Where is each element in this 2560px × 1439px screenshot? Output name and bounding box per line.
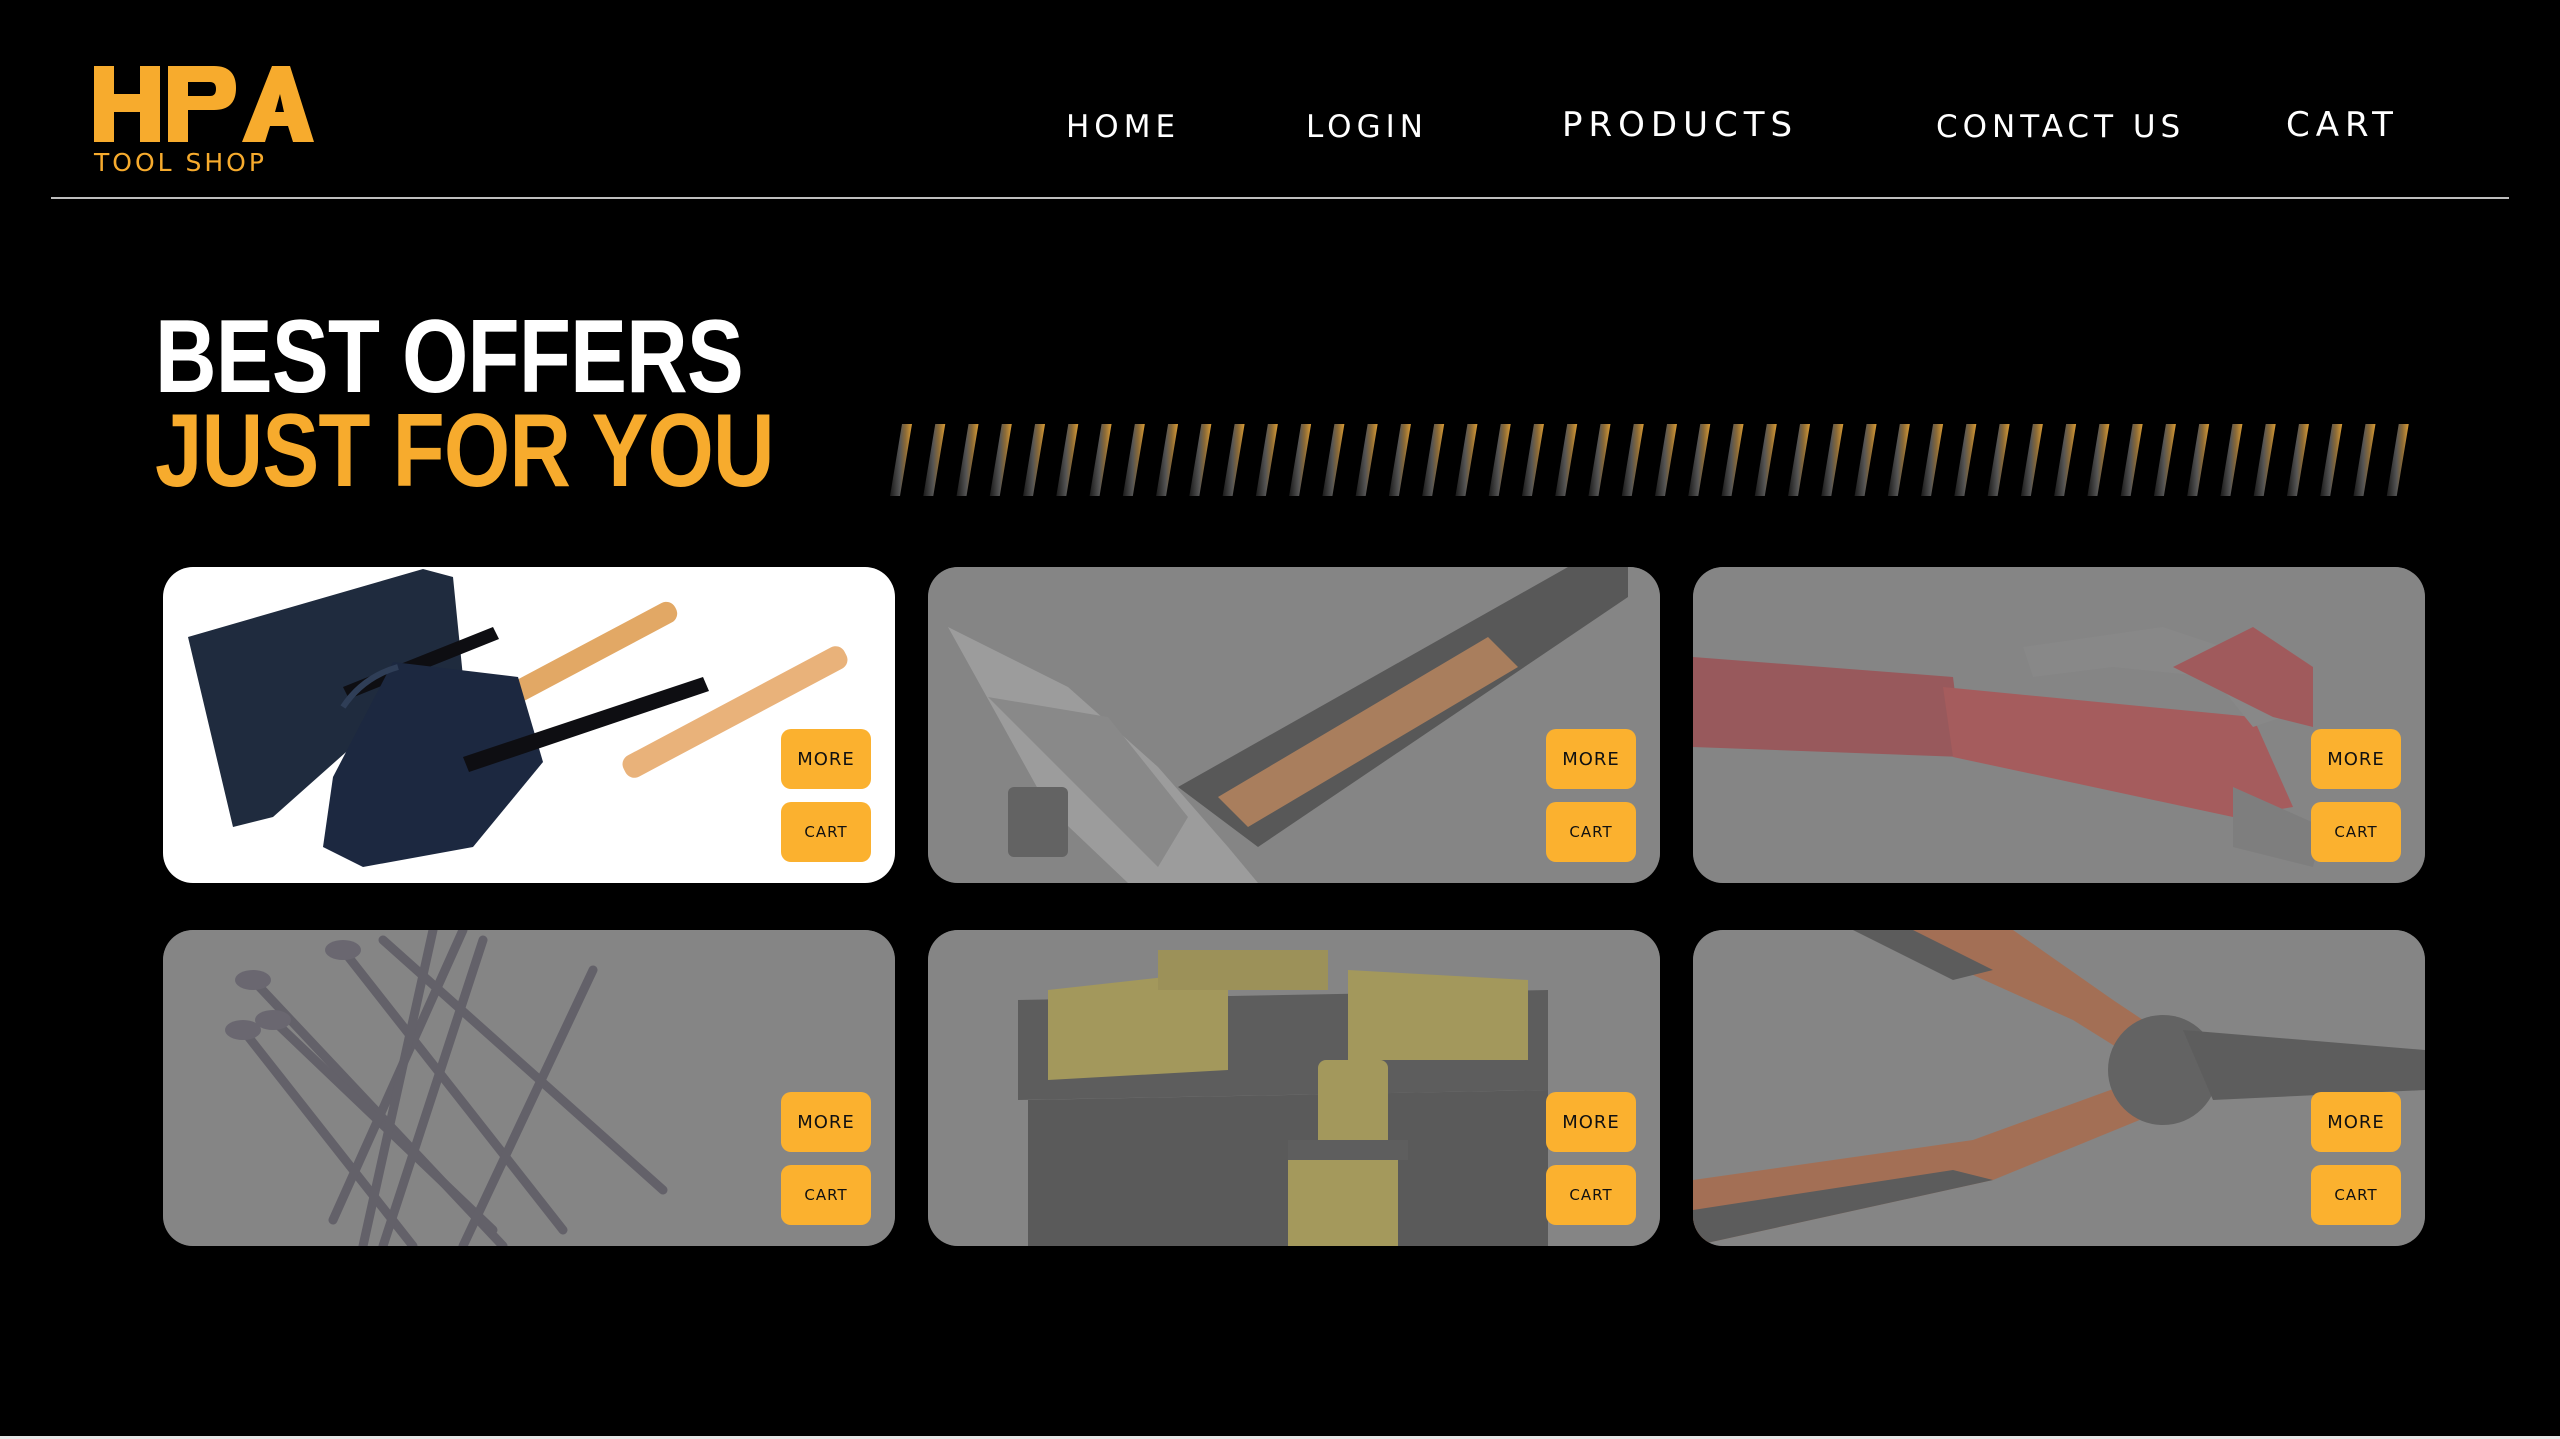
hero-line-1: BEST OFFERS — [155, 299, 744, 415]
nav-login[interactable]: LOGIN — [1306, 102, 1428, 152]
stripe — [2386, 424, 2409, 496]
stripe — [1821, 424, 1844, 496]
stripe — [1954, 424, 1977, 496]
stripe — [1588, 424, 1611, 496]
stripe — [2120, 424, 2143, 496]
product-card-shovel[interactable]: MORE CART — [163, 567, 895, 883]
stripe — [1023, 424, 1046, 496]
hero-heading: BEST OFFERS JUST FOR YOU — [155, 299, 775, 509]
hero-line-2: JUST FOR YOU — [155, 393, 775, 509]
stripe — [1122, 424, 1145, 496]
product-card-nails[interactable]: MORE CART — [163, 930, 895, 1246]
more-button[interactable]: MORE — [781, 729, 871, 789]
more-button[interactable]: MORE — [1546, 1092, 1636, 1152]
stripe — [1987, 424, 2010, 496]
stripe — [1089, 424, 1112, 496]
add-to-cart-button[interactable]: CART — [781, 1165, 871, 1225]
stripe — [1754, 424, 1777, 496]
stripe — [1322, 424, 1345, 496]
add-to-cart-button[interactable]: CART — [2311, 802, 2401, 862]
stripe — [2353, 424, 2376, 496]
stripe — [1388, 424, 1411, 496]
more-button[interactable]: MORE — [781, 1092, 871, 1152]
stripe — [1555, 424, 1578, 496]
stripe — [1887, 424, 1910, 496]
stripe — [1156, 424, 1179, 496]
stripe — [1355, 424, 1378, 496]
stripe — [2020, 424, 2043, 496]
main-nav: HOME LOGIN PRODUCTS CONTACT US CART — [0, 102, 2560, 152]
stripe — [1521, 424, 1544, 496]
header-divider — [51, 197, 2509, 199]
stripe — [1788, 424, 1811, 496]
product-card-pipe-wrench[interactable]: MORE CART — [1693, 567, 2425, 883]
stripe — [1255, 424, 1278, 496]
stripe — [1455, 424, 1478, 496]
stripe — [1056, 424, 1079, 496]
add-to-cart-button[interactable]: CART — [1546, 1165, 1636, 1225]
stripe — [1488, 424, 1511, 496]
stripe — [1222, 424, 1245, 496]
stripe — [2320, 424, 2343, 496]
stripe — [1921, 424, 1944, 496]
more-button[interactable]: MORE — [1546, 729, 1636, 789]
brand-subtitle: TOOL SHOP — [94, 148, 267, 177]
product-card-pliers[interactable]: MORE CART — [1693, 930, 2425, 1246]
stripe — [2054, 424, 2077, 496]
add-to-cart-button[interactable]: CART — [2311, 1165, 2401, 1225]
more-button[interactable]: MORE — [2311, 1092, 2401, 1152]
stripe — [2253, 424, 2276, 496]
nav-cart[interactable]: CART — [2286, 100, 2399, 150]
nav-home[interactable]: HOME — [1066, 102, 1180, 152]
product-card-toolbox[interactable]: MORE CART — [928, 930, 1660, 1246]
stripe — [989, 424, 1012, 496]
add-to-cart-button[interactable]: CART — [1546, 802, 1636, 862]
nav-products[interactable]: PRODUCTS — [1562, 100, 1798, 150]
stripe — [1854, 424, 1877, 496]
stripe — [2087, 424, 2110, 496]
stripe — [1655, 424, 1677, 496]
stripe — [1189, 424, 1212, 496]
add-to-cart-button[interactable]: CART — [781, 802, 871, 862]
stripe — [2153, 424, 2176, 496]
nav-contact-us[interactable]: CONTACT US — [1936, 102, 2185, 152]
stripe — [2220, 424, 2243, 496]
more-button[interactable]: MORE — [2311, 729, 2401, 789]
stripe — [1289, 424, 1312, 496]
stripe — [923, 424, 946, 496]
decorative-stripes — [890, 424, 2409, 496]
stripe — [2286, 424, 2309, 496]
stripe — [1721, 424, 1744, 496]
stripe — [1621, 424, 1644, 496]
stripe — [890, 424, 912, 496]
product-card-hammer[interactable]: MORE CART — [928, 567, 1660, 883]
stripe — [956, 424, 979, 496]
stripe — [1688, 424, 1711, 496]
stripe — [1422, 424, 1445, 496]
stripe — [2187, 424, 2210, 496]
